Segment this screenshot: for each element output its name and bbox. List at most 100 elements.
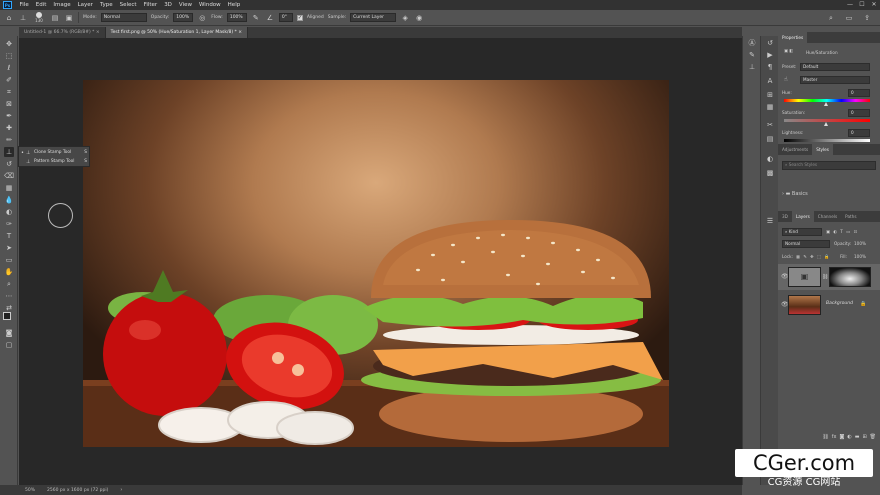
menu-view[interactable]: View <box>175 2 195 8</box>
layer-filter-select[interactable]: ⌕ Kind <box>782 228 822 236</box>
menu-image[interactable]: Image <box>50 2 74 8</box>
patterns-icon[interactable]: ▩ <box>765 168 775 178</box>
history-brush-tool-icon[interactable]: ↺ <box>4 159 14 169</box>
tab-untitled-1[interactable]: Untitled-1 @ 66.7% (RGB/8#) * × <box>19 27 106 38</box>
preset-select[interactable]: Default <box>800 63 870 71</box>
saturation-slider-knob[interactable] <box>824 122 828 126</box>
dodge-tool-icon[interactable]: ◐ <box>4 207 14 217</box>
layer-filter-icons[interactable]: ▣ ◐ T ▭ ⊡ <box>826 229 858 234</box>
lock-icons[interactable]: ▦ ✎ ✥ ⬚ 🔒 <box>796 254 830 260</box>
shape-tool-icon[interactable]: ▭ <box>4 255 14 265</box>
clone-stamp-tool-icon[interactable]: ⊥ <box>4 147 14 157</box>
quick-select-tool-icon[interactable]: ✐ <box>4 75 14 85</box>
tab-properties[interactable]: Properties <box>778 32 808 43</box>
frame-tool-icon[interactable]: ⊠ <box>4 99 14 109</box>
menu-window[interactable]: Window <box>195 2 224 8</box>
menu-layer[interactable]: Layer <box>74 2 96 8</box>
move-tool-icon[interactable]: ✥ <box>4 39 14 49</box>
character-icon[interactable]: A <box>765 76 775 86</box>
more-tools-icon[interactable]: ⋯ <box>4 291 14 301</box>
menu-filter[interactable]: Filter <box>140 2 161 8</box>
clone-stamp-preset-icon[interactable]: ⊥ <box>18 13 28 23</box>
color-swatches[interactable] <box>3 312 15 324</box>
flyout-item-pattern-stamp[interactable]: ⊥ Pattern Stamp Tool S <box>19 157 89 166</box>
lightness-field[interactable]: 0 <box>848 129 870 137</box>
close-icon[interactable]: × <box>238 30 242 35</box>
lock-icon[interactable]: 🔒 <box>860 301 866 307</box>
fill-value[interactable]: 100% <box>854 254 866 259</box>
gradients-icon[interactable]: ▤ <box>765 134 775 144</box>
menu-select[interactable]: Select <box>116 2 140 8</box>
color-icon[interactable]: ◐ <box>765 154 775 164</box>
tab-adjustments[interactable]: Adjustments <box>778 144 812 155</box>
layer-mask-thumbnail[interactable] <box>829 267 871 287</box>
burger-photo[interactable] <box>83 80 669 447</box>
blend-mode-select[interactable]: Normal <box>782 240 830 248</box>
styles-folder-basics[interactable]: › ▬ Basics <box>782 191 808 197</box>
brush-tool-icon[interactable]: ✏ <box>4 135 14 145</box>
add-mask-icon[interactable]: ◙ <box>839 434 844 444</box>
ignore-adjustment-icon[interactable]: ◈ <box>400 13 410 23</box>
airbrush-icon[interactable]: ✎ <box>251 13 261 23</box>
fx-icon[interactable]: fx <box>832 434 837 444</box>
eyedropper-tool-icon[interactable]: ✒ <box>4 111 14 121</box>
styles-search-input[interactable]: ⌕ Search Styles <box>782 161 876 170</box>
opacity-field[interactable]: 100% <box>173 13 194 22</box>
aligned-checkbox[interactable]: ✓ <box>296 14 303 21</box>
pen-tool-icon[interactable]: ✑ <box>4 219 14 229</box>
paragraph-icon[interactable]: ¶ <box>765 62 775 72</box>
menu-type[interactable]: Type <box>96 2 116 8</box>
hue-field[interactable]: 0 <box>848 89 870 97</box>
tab-styles[interactable]: Styles <box>812 144 833 155</box>
pressure-opacity-icon[interactable]: ◎ <box>197 13 207 23</box>
menu-3d[interactable]: 3D <box>161 2 176 8</box>
brush-size-picker[interactable]: 130 <box>32 12 46 23</box>
crop-tool-icon[interactable]: ⌗ <box>4 87 14 97</box>
sample-select[interactable]: Current Layer <box>350 13 397 22</box>
trash-icon[interactable]: 🗑 <box>870 434 876 444</box>
healing-brush-tool-icon[interactable]: ✚ <box>4 123 14 133</box>
clone-source-icon[interactable]: ▣ <box>64 13 74 23</box>
path-select-tool-icon[interactable]: ➤ <box>4 243 14 253</box>
screen-mode-icon[interactable]: ▢ <box>4 340 14 350</box>
marquee-tool-icon[interactable]: ⬚ <box>4 51 14 61</box>
layer-row-background[interactable]: 👁 Background 🔒 <box>778 292 880 318</box>
saturation-field[interactable]: 0 <box>848 109 870 117</box>
brush-settings-icon[interactable]: ▤ <box>50 13 60 23</box>
gradient-tool-icon[interactable]: ▦ <box>4 183 14 193</box>
type-tool-icon[interactable]: T <box>4 231 14 241</box>
link-layers-icon[interactable]: ⛓ <box>822 434 828 444</box>
layer-opacity-value[interactable]: 100% <box>854 241 866 246</box>
menu-file[interactable]: File <box>16 2 32 8</box>
lasso-tool-icon[interactable]: ℓ <box>4 63 14 73</box>
channel-select[interactable]: Master <box>800 76 870 84</box>
hand-tool-icon[interactable]: ✋ <box>4 267 14 277</box>
libraries-icon[interactable]: ☰ <box>765 216 775 226</box>
quick-mask-icon[interactable]: ◙ <box>4 328 14 338</box>
menu-edit[interactable]: Edit <box>32 2 50 8</box>
angle-icon[interactable]: ∠ <box>265 13 275 23</box>
workspace-icon[interactable]: ▭ <box>844 13 854 23</box>
clone-source-panel-icon[interactable]: ⊥ <box>747 62 757 72</box>
mode-select[interactable]: Normal <box>100 13 147 22</box>
mask-link-icon[interactable]: ⛓ <box>822 274 828 280</box>
minimize-icon[interactable]: — <box>844 0 856 10</box>
zoom-level[interactable]: 50% <box>25 488 35 493</box>
tools-icon[interactable]: ✂ <box>765 120 775 130</box>
swatches-icon[interactable]: ▦ <box>765 102 775 112</box>
chevron-right-icon[interactable]: › <box>120 487 122 493</box>
layer-row-hue-saturation[interactable]: 👁 ▣ ⛓ <box>778 264 880 290</box>
close-icon[interactable]: ✕ <box>868 0 880 10</box>
zoom-tool-icon[interactable]: ⌕ <box>4 279 14 289</box>
foreground-color-swatch[interactable] <box>3 312 11 320</box>
pressure-size-icon[interactable]: ◉ <box>414 13 424 23</box>
flyout-item-clone-stamp[interactable]: • ⊥ Clone Stamp Tool S <box>19 148 89 157</box>
menu-help[interactable]: Help <box>224 2 244 8</box>
canvas-area[interactable] <box>19 38 742 485</box>
maximize-icon[interactable]: ☐ <box>856 0 868 10</box>
tab-test-first[interactable]: Test first.png @ 50% (Hue/Saturation 1, … <box>105 27 249 38</box>
lightness-slider-track[interactable] <box>784 139 870 142</box>
actions-icon[interactable]: ▶ <box>765 50 775 60</box>
home-icon[interactable]: ⌂ <box>4 13 14 23</box>
flow-field[interactable]: 100% <box>226 13 247 22</box>
